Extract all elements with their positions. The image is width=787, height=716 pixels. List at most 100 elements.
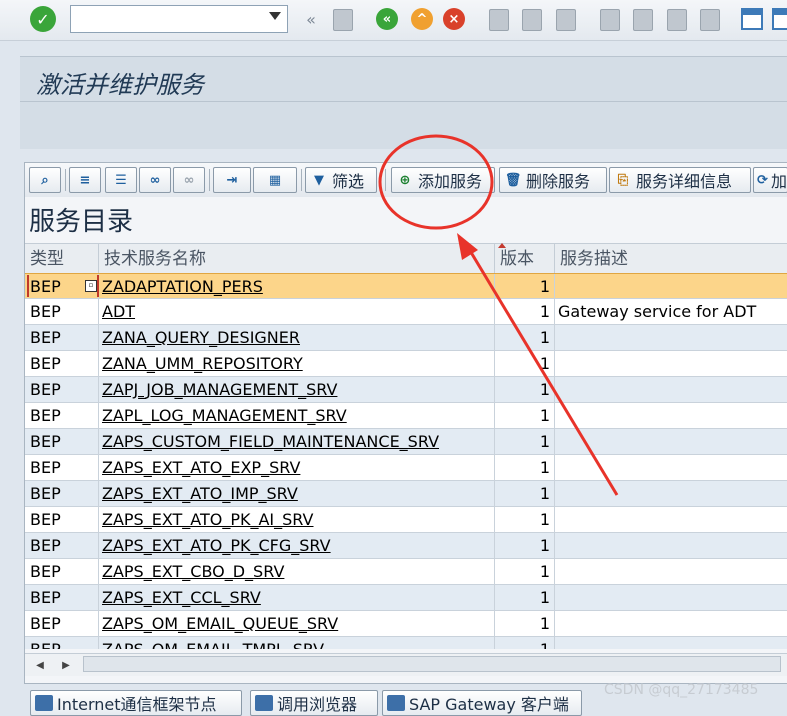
table-row[interactable]: BEP ZANA_UMM_REPOSITORY 1 [25, 351, 787, 377]
table-row[interactable]: BEP ZAPS_EXT_CBO_D_SRV 1 [25, 559, 787, 585]
cell-service-name[interactable]: ZAPS_EXT_ATO_IMP_SRV [99, 481, 495, 506]
last-page-icon[interactable] [700, 9, 720, 31]
cell-service-name[interactable]: ADT [99, 299, 495, 324]
cancel-icon[interactable]: × [443, 8, 465, 30]
cell-type[interactable]: BEP [25, 585, 99, 610]
first-page-icon[interactable] [600, 9, 620, 31]
cell-version[interactable]: 1 [495, 507, 555, 532]
find-icon[interactable] [522, 9, 542, 31]
cell-type[interactable]: BEP [25, 455, 99, 480]
enter-check-icon[interactable]: ✓ [30, 6, 56, 32]
cell-service-name[interactable]: ZAPS_EXT_ATO_EXP_SRV [99, 455, 495, 480]
new-session-icon[interactable] [741, 8, 763, 30]
command-field[interactable] [70, 5, 288, 33]
add-service-button[interactable]: ⊕ 添加服务 [391, 167, 495, 193]
cell-version[interactable]: 1 [495, 455, 555, 480]
cell-description[interactable] [555, 351, 787, 376]
cell-type[interactable]: BEP [25, 507, 99, 532]
cell-service-name[interactable]: ZAPS_EXT_ATO_PK_AI_SRV [99, 507, 495, 532]
scroll-left-icon[interactable]: ◀ [29, 656, 51, 674]
horizontal-scrollbar[interactable]: ◀ ▶ [25, 653, 787, 676]
call-browser-button[interactable]: 调用浏览器 [250, 690, 378, 716]
cell-type[interactable]: BEP [25, 429, 99, 454]
cell-service-name[interactable]: ZANA_UMM_REPOSITORY [99, 351, 495, 376]
cell-description[interactable] [555, 559, 787, 584]
cell-type[interactable]: BEP [25, 299, 99, 324]
cell-description[interactable] [555, 533, 787, 558]
cell-description[interactable] [555, 637, 787, 649]
cell-version[interactable]: 1 [495, 585, 555, 610]
cell-service-name[interactable]: ZAPS_EXT_CCL_SRV [99, 585, 495, 610]
filter-button[interactable]: ▼ 筛选 [305, 167, 377, 193]
cell-type[interactable]: BEP [25, 351, 99, 376]
print-icon[interactable] [489, 9, 509, 31]
cell-description[interactable] [555, 325, 787, 350]
cell-service-name[interactable]: ZAPS_OM_EMAIL_TMPL_SRV [99, 637, 495, 649]
cell-version[interactable]: 1 [495, 637, 555, 649]
details-button[interactable]: ⌕ [29, 167, 61, 193]
cell-service-name[interactable]: ZAPS_OM_EMAIL_QUEUE_SRV [99, 611, 495, 636]
dropdown-arrow-icon[interactable] [269, 12, 281, 20]
cell-type[interactable]: BEP [25, 611, 99, 636]
column-header-description[interactable]: 服务描述 [555, 244, 787, 274]
scrollbar-thumb[interactable] [83, 656, 781, 672]
find-next-button[interactable]: ∞ [173, 167, 205, 193]
cell-service-name[interactable]: ZANA_QUERY_DESIGNER [99, 325, 495, 350]
column-header-version[interactable]: 版本 [495, 244, 555, 274]
cell-description[interactable] [555, 507, 787, 532]
cell-description[interactable] [555, 611, 787, 636]
exit-icon[interactable]: ^ [411, 8, 433, 30]
cell-description[interactable] [555, 403, 787, 428]
previous-page-icon[interactable] [633, 9, 653, 31]
table-row[interactable]: BEP ZAPS_EXT_ATO_EXP_SRV 1 [25, 455, 787, 481]
service-details-button[interactable]: ⎘ 服务详细信息 [609, 167, 751, 193]
table-row[interactable]: BEP ZAPJ_JOB_MANAGEMENT_SRV 1 [25, 377, 787, 403]
sort-ascending-button[interactable]: ≡ [69, 167, 101, 193]
cell-version[interactable]: 1 [495, 403, 555, 428]
cell-version[interactable]: 1 [495, 429, 555, 454]
filter-funnel-button[interactable]: ☰ [105, 167, 137, 193]
shortcut-icon[interactable] [772, 8, 787, 30]
cell-version[interactable]: 1 [495, 611, 555, 636]
cell-type[interactable]: BEP [25, 403, 99, 428]
cell-version[interactable]: 1 [495, 559, 555, 584]
cell-type[interactable]: BEP [25, 559, 99, 584]
column-header-name[interactable]: 技术服务名称 [99, 244, 495, 274]
cell-version[interactable]: 1 [495, 481, 555, 506]
export-button[interactable]: ⇥ [213, 167, 251, 193]
cell-type[interactable]: BEP [25, 325, 99, 350]
cell-type[interactable]: BEP [25, 377, 99, 402]
cell-version[interactable]: 1 [495, 533, 555, 558]
table-row[interactable]: BEPZAPS_OM_EMAIL_TMPL_SRV1 [25, 637, 787, 649]
column-header-type[interactable]: 类型 [25, 244, 99, 274]
table-row[interactable]: BEP ZADAPTATION_PERS 1 ▫ [25, 273, 787, 299]
cell-description[interactable]: Gateway service for ADT [555, 299, 787, 324]
cell-service-name[interactable]: ZAPS_EXT_ATO_PK_CFG_SRV [99, 533, 495, 558]
back-icon[interactable]: « [376, 8, 398, 30]
table-row[interactable]: BEP ZAPS_EXT_CCL_SRV 1 [25, 585, 787, 611]
save-icon[interactable] [333, 9, 353, 31]
cell-version[interactable]: 1 [495, 274, 555, 299]
table-row[interactable]: BEP ZANA_QUERY_DESIGNER 1 [25, 325, 787, 351]
layout-button[interactable]: ▦ [253, 167, 297, 193]
delete-service-button[interactable]: 🗑 删除服务 [499, 167, 607, 193]
cell-description[interactable] [555, 377, 787, 402]
table-row[interactable]: BEP ADT 1 Gateway service for ADT [25, 299, 787, 325]
load-metadata-button[interactable]: ⟳ 加 [753, 167, 787, 193]
cell-version[interactable]: 1 [495, 377, 555, 402]
cell-description[interactable] [555, 481, 787, 506]
cell-service-name[interactable]: ZAPS_EXT_CBO_D_SRV [99, 559, 495, 584]
cell-description[interactable] [555, 429, 787, 454]
table-row[interactable]: BEP ZAPL_LOG_MANAGEMENT_SRV 1 [25, 403, 787, 429]
gateway-client-button[interactable]: SAP Gateway 客户端 [382, 690, 582, 716]
table-row[interactable]: BEP ZAPS_OM_EMAIL_QUEUE_SRV 1 [25, 611, 787, 637]
cell-description[interactable] [555, 455, 787, 480]
cell-version[interactable]: 1 [495, 325, 555, 350]
ict-node-button[interactable]: Internet通信框架节点 [30, 690, 242, 716]
cell-service-name[interactable]: ZAPJ_JOB_MANAGEMENT_SRV [99, 377, 495, 402]
cell-service-name[interactable]: ZAPS_CUSTOM_FIELD_MAINTENANCE_SRV [99, 429, 495, 454]
table-row[interactable]: BEP ZAPS_EXT_ATO_IMP_SRV 1 [25, 481, 787, 507]
cell-type[interactable]: BEP [25, 533, 99, 558]
cell-service-name[interactable]: ZAPL_LOG_MANAGEMENT_SRV [99, 403, 495, 428]
cell-service-name[interactable]: ZADAPTATION_PERS [99, 274, 495, 299]
